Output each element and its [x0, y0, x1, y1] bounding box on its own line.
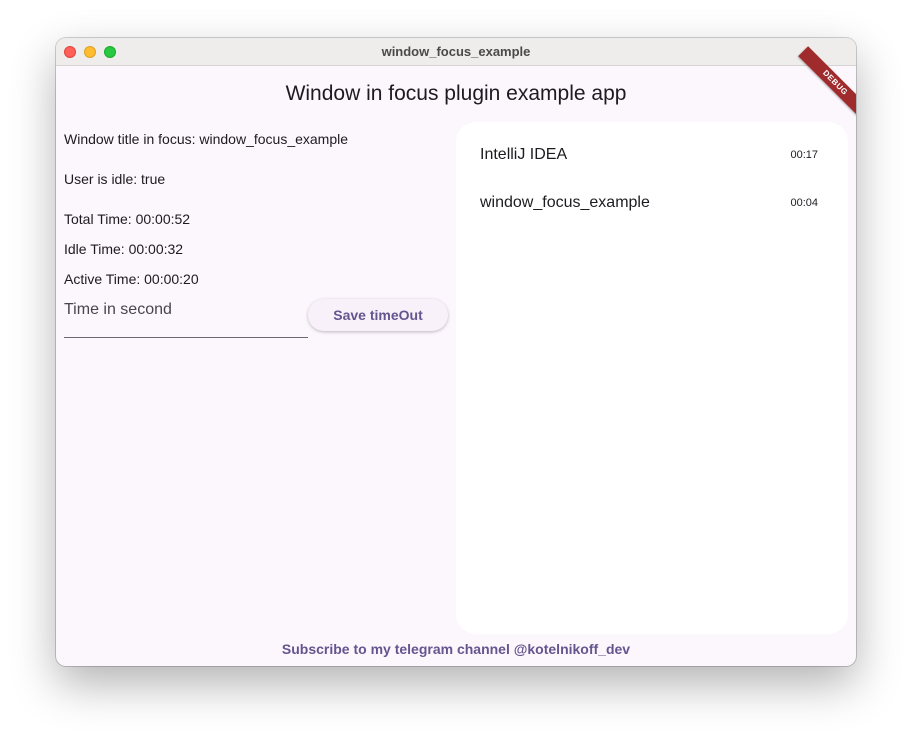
window-title-in-focus-text: Window title in focus: window_focus_exam… [64, 131, 349, 147]
app-usage-list: IntelliJ IDEA 00:17 window_focus_example… [456, 122, 848, 634]
list-item-name: window_focus_example [480, 194, 650, 211]
list-item-time: 00:04 [790, 197, 818, 209]
list-item[interactable]: window_focus_example 00:04 [480, 194, 818, 218]
title-bar[interactable]: window_focus_example [56, 38, 856, 66]
timeout-input[interactable] [64, 301, 304, 319]
user-idle-text: User is idle: true [64, 171, 166, 187]
timeout-field [64, 295, 308, 338]
save-timeout-button[interactable]: Save timeOut [308, 299, 448, 331]
app-content: Window in focus plugin example app DEBUG… [56, 46, 856, 666]
list-item[interactable]: IntelliJ IDEA 00:17 [480, 146, 818, 170]
total-time-text: Total Time: 00:00:52 [64, 211, 191, 227]
app-window: window_focus_example Window in focus plu… [56, 38, 856, 666]
idle-time-text: Idle Time: 00:00:32 [64, 241, 184, 257]
page-title: Window in focus plugin example app [285, 82, 627, 105]
window-title: window_focus_example [381, 44, 531, 59]
list-item-time: 00:17 [790, 149, 818, 161]
active-time-text: Active Time: 00:00:20 [64, 271, 199, 287]
list-item-name: IntelliJ IDEA [480, 146, 568, 163]
telegram-subscribe-link[interactable]: Subscribe to my telegram channel @koteln… [56, 641, 856, 657]
